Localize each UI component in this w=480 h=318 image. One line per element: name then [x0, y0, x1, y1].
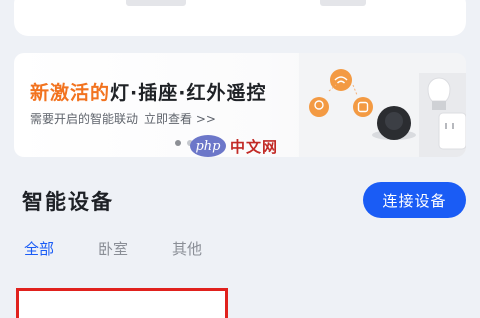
banner-title: 新激活的灯·插座·红外遥控 — [30, 78, 266, 105]
top-card — [14, 0, 466, 36]
tab-all[interactable]: 全部 — [24, 238, 54, 259]
socket-icon — [353, 97, 373, 117]
section-title: 智能设备 — [22, 190, 114, 214]
banner-title-highlight: 新激活的 — [30, 82, 111, 104]
watermark-text: 中文网 — [230, 137, 279, 156]
banner-view-link[interactable]: 立即查看 >> — [144, 112, 216, 126]
bulb-icon — [309, 97, 329, 117]
pagination-dot[interactable] — [175, 140, 181, 146]
lamp-bulb-icon — [427, 77, 451, 102]
php-logo-icon: php — [190, 135, 226, 157]
tab-other[interactable]: 其他 — [172, 238, 202, 259]
tab-bedroom[interactable]: 卧室 — [98, 238, 128, 259]
banner-subtitle-text: 需要开启的智能联动 — [30, 112, 139, 126]
connect-device-button[interactable]: 连接设备 — [363, 182, 466, 218]
room-tabs: 全部 卧室 其他 — [24, 238, 246, 259]
smart-plug-icon — [438, 112, 466, 150]
smart-devices-illustration — [299, 53, 466, 157]
banner-title-rest: 灯·插座·红外遥控 — [110, 82, 267, 104]
banner-subtitle: 需要开启的智能联动 立即查看 >> — [30, 110, 216, 127]
annotation-highlight-box — [16, 288, 228, 318]
faded-text — [320, 0, 366, 6]
faded-text — [126, 0, 186, 6]
watermark: php 中文网 — [190, 134, 278, 158]
